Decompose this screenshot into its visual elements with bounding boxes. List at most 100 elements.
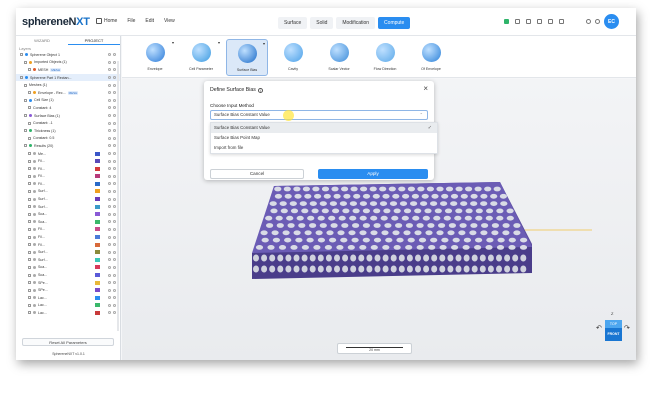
tree-item[interactable]: Me...: [16, 150, 120, 158]
color-swatch[interactable]: [95, 235, 100, 240]
tree-item[interactable]: Surf...: [16, 256, 120, 264]
lock-icon[interactable]: [113, 212, 116, 216]
dropdown-icon[interactable]: ▾: [172, 40, 174, 45]
checkbox[interactable]: [28, 258, 31, 262]
lock-icon[interactable]: [113, 182, 116, 186]
lock-icon[interactable]: [113, 167, 116, 171]
lock-icon[interactable]: [113, 205, 116, 209]
help-icon[interactable]: [595, 19, 600, 24]
lock-icon[interactable]: [113, 227, 116, 231]
checkbox[interactable]: [28, 311, 31, 315]
menu-view[interactable]: View: [164, 18, 175, 24]
visibility-icon[interactable]: [108, 303, 111, 307]
visibility-icon[interactable]: [108, 121, 111, 125]
color-swatch[interactable]: [95, 257, 100, 262]
visibility-icon[interactable]: [108, 189, 111, 193]
tree-item[interactable]: Surf...: [16, 195, 120, 203]
dropdown-icon[interactable]: ▾: [263, 41, 265, 46]
lock-icon[interactable]: [113, 174, 116, 178]
tab-project[interactable]: PROJECT: [68, 36, 120, 45]
visibility-icon[interactable]: [108, 106, 111, 110]
visibility-icon[interactable]: [108, 152, 111, 156]
lock-icon[interactable]: [113, 258, 116, 262]
checkbox[interactable]: [28, 91, 31, 95]
visibility-icon[interactable]: [108, 91, 111, 95]
lock-icon[interactable]: [113, 83, 116, 87]
option-point-map[interactable]: Surface Bias Point Map: [211, 133, 437, 143]
checkbox[interactable]: [28, 243, 31, 247]
checkbox[interactable]: [28, 288, 31, 292]
tool-scalar-vector[interactable]: Scalar Vector: [318, 39, 360, 76]
menu-file[interactable]: File: [127, 18, 135, 24]
view-cube-front[interactable]: FRONT: [605, 328, 622, 341]
color-swatch[interactable]: [95, 181, 100, 186]
rotate-right-icon[interactable]: ↷: [624, 324, 630, 332]
visibility-icon[interactable]: [108, 182, 111, 186]
lock-icon[interactable]: [113, 296, 116, 300]
tool-cavity[interactable]: Cavity: [272, 39, 314, 76]
tree-item[interactable]: Sca...: [16, 271, 120, 279]
color-swatch[interactable]: [95, 273, 100, 278]
menu-home[interactable]: Home: [96, 18, 117, 24]
lock-icon[interactable]: [113, 189, 116, 193]
checkbox[interactable]: [28, 182, 31, 186]
checkbox[interactable]: [24, 98, 27, 102]
tree-item[interactable]: Imported Objects (1): [16, 59, 120, 67]
color-swatch[interactable]: [95, 204, 100, 209]
link-icon[interactable]: [526, 19, 531, 24]
checkbox[interactable]: [28, 189, 31, 193]
checkbox[interactable]: [28, 174, 31, 178]
tree-item[interactable]: Constant: 0.5: [16, 135, 120, 143]
color-swatch[interactable]: [95, 212, 100, 217]
visibility-icon[interactable]: [108, 76, 111, 80]
option-constant-value[interactable]: Surface Bias Constant Value ✓: [211, 123, 437, 133]
lock-icon[interactable]: [113, 76, 116, 80]
visibility-icon[interactable]: [108, 243, 111, 247]
lock-icon[interactable]: [113, 311, 116, 315]
color-swatch[interactable]: [95, 280, 100, 285]
color-swatch[interactable]: [95, 242, 100, 247]
tree-item[interactable]: MESH MESH: [16, 66, 120, 74]
mode-solid[interactable]: Solid: [310, 17, 334, 29]
visibility-icon[interactable]: [108, 174, 111, 178]
visibility-icon[interactable]: [108, 250, 111, 254]
lock-icon[interactable]: [113, 243, 116, 247]
tool-surface-bias[interactable]: Surface Bias ▾: [226, 39, 268, 76]
visibility-icon[interactable]: [108, 258, 111, 262]
checkbox[interactable]: [28, 265, 31, 269]
lock-icon[interactable]: [113, 159, 116, 163]
visibility-icon[interactable]: [108, 129, 111, 133]
color-swatch[interactable]: [95, 310, 100, 315]
mode-surface[interactable]: Surface: [278, 17, 308, 29]
tree-item[interactable]: Surface Bias (1): [16, 112, 120, 120]
tree-item[interactable]: Surf...: [16, 248, 120, 256]
checkbox[interactable]: [28, 303, 31, 307]
tool-flow-direction[interactable]: Flow Direction: [364, 39, 406, 76]
visibility-icon[interactable]: [108, 83, 111, 87]
visibility-icon[interactable]: [108, 159, 111, 163]
reset-all-button[interactable]: Reset All Parameters: [22, 338, 114, 346]
checkbox[interactable]: [28, 205, 31, 209]
tree-item[interactable]: Lac...: [16, 302, 120, 310]
close-icon[interactable]: ×: [423, 84, 428, 93]
checkbox[interactable]: [28, 106, 31, 110]
tree-item[interactable]: Spherene Object 1: [16, 51, 120, 59]
tree-item[interactable]: Results (20): [16, 142, 120, 150]
left-panel-scrollbar[interactable]: [117, 61, 119, 331]
color-swatch[interactable]: [95, 151, 100, 156]
visibility-icon[interactable]: [108, 136, 111, 140]
tool-cell-parameter[interactable]: Cell Parameter ▾: [180, 39, 222, 76]
tree-item[interactable]: Fil...: [16, 241, 120, 249]
checkbox[interactable]: [28, 273, 31, 277]
color-swatch[interactable]: [95, 295, 100, 300]
tree-item[interactable]: Fil...: [16, 233, 120, 241]
visibility-icon[interactable]: [108, 227, 111, 231]
option-import-file[interactable]: Import from file: [211, 143, 437, 153]
lock-icon[interactable]: [113, 136, 116, 140]
checkbox[interactable]: [28, 136, 31, 140]
tree-item[interactable]: Lac...: [16, 309, 120, 317]
lock-icon[interactable]: [113, 197, 116, 201]
checkbox[interactable]: [28, 235, 31, 239]
checkbox[interactable]: [24, 83, 27, 87]
user-avatar[interactable]: EC: [604, 14, 619, 29]
